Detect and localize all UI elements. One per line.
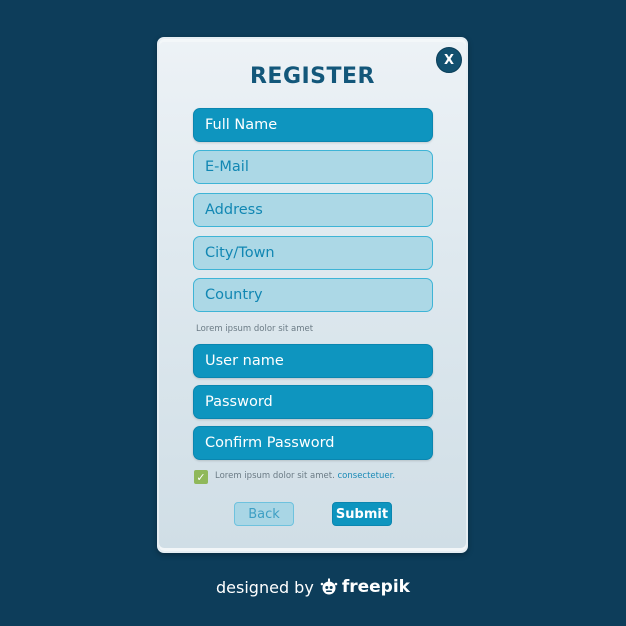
address-field[interactable]: Address xyxy=(193,193,433,227)
city-town-field[interactable]: City/Town xyxy=(193,236,433,270)
footer-credit: designed by freepik xyxy=(0,577,626,597)
agree-checkbox[interactable]: ✓ xyxy=(194,470,208,484)
password-field[interactable]: Password xyxy=(193,385,433,419)
field-label: City/Town xyxy=(205,245,275,261)
confirm-password-field[interactable]: Confirm Password xyxy=(193,426,433,460)
checkmark-icon: ✓ xyxy=(196,470,206,484)
freepik-logo-icon xyxy=(320,578,338,596)
submit-button[interactable]: Submit xyxy=(332,502,392,526)
field-label: Confirm Password xyxy=(205,435,335,451)
agreement-text: Lorem ipsum dolor sit amet. consectetuer… xyxy=(215,471,395,481)
footer-prefix: designed by xyxy=(216,577,314,597)
field-label: Country xyxy=(205,287,263,303)
email-field[interactable]: E-Mail xyxy=(193,150,433,184)
hint-text: Lorem ipsum dolor sit amet xyxy=(196,324,314,334)
dialog-title: REGISTER xyxy=(249,64,376,89)
full-name-field[interactable]: Full Name xyxy=(193,108,433,142)
username-field[interactable]: User name xyxy=(193,344,433,378)
country-field[interactable]: Country xyxy=(193,278,433,312)
field-label: Password xyxy=(205,394,273,410)
agreement-link[interactable]: consectetuer. xyxy=(338,471,396,481)
agreement-label: Lorem ipsum dolor sit amet. xyxy=(215,471,335,481)
back-button[interactable]: Back xyxy=(234,502,294,526)
field-label: Full Name xyxy=(205,117,278,133)
field-label: E-Mail xyxy=(205,159,249,175)
footer-brand: freepik xyxy=(341,577,410,597)
field-label: User name xyxy=(205,353,284,369)
field-label: Address xyxy=(205,202,263,218)
